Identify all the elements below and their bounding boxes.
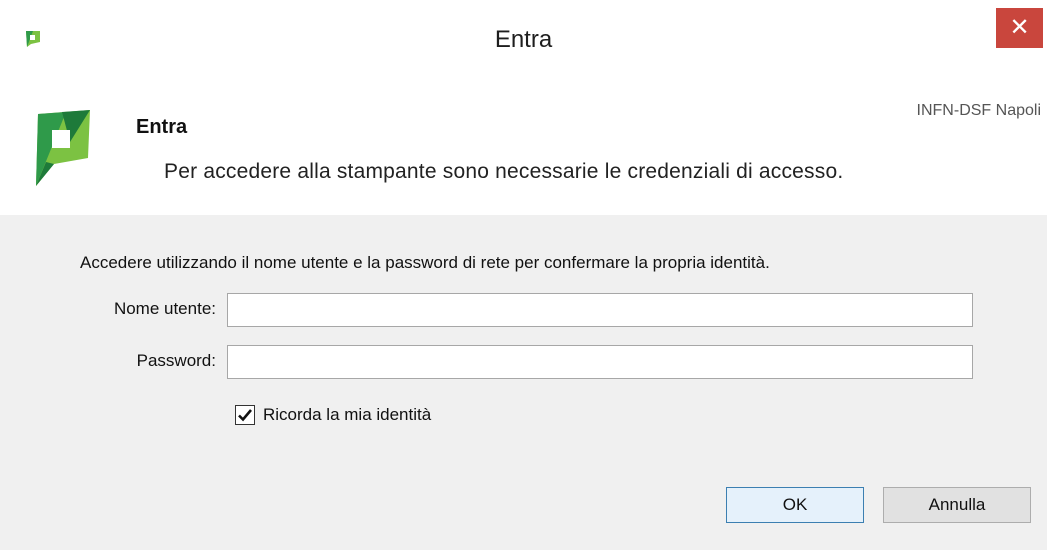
login-form: Accedere utilizzando il nome utente e la… [0,215,1047,550]
instructions-text: Accedere utilizzando il nome utente e la… [80,253,770,272]
cancel-button[interactable]: Annulla [883,487,1031,523]
window-title: Entra [494,26,553,53]
ok-button[interactable]: OK [726,487,864,523]
password-input[interactable] [227,345,973,379]
remember-label[interactable]: Ricorda la mia identità [263,405,431,425]
checkmark-icon [238,409,252,422]
header-title: Entra [136,116,188,138]
close-button[interactable]: ✕ [996,8,1043,48]
password-label: Password: [136,351,216,370]
header-description: Per accedere alla stampante sono necessa… [164,160,844,183]
remember-checkbox[interactable] [235,405,255,425]
dialog-header: Entra INFN-DSF Napoli Per accedere alla … [0,68,1047,215]
server-name: INFN-DSF Napoli [916,102,1041,119]
papercut-logo-icon [36,110,90,186]
close-icon: ✕ [1009,14,1030,41]
title-bar: Entra ✕ [0,0,1047,68]
username-label: Nome utente: [113,299,216,318]
username-input[interactable] [227,293,973,327]
